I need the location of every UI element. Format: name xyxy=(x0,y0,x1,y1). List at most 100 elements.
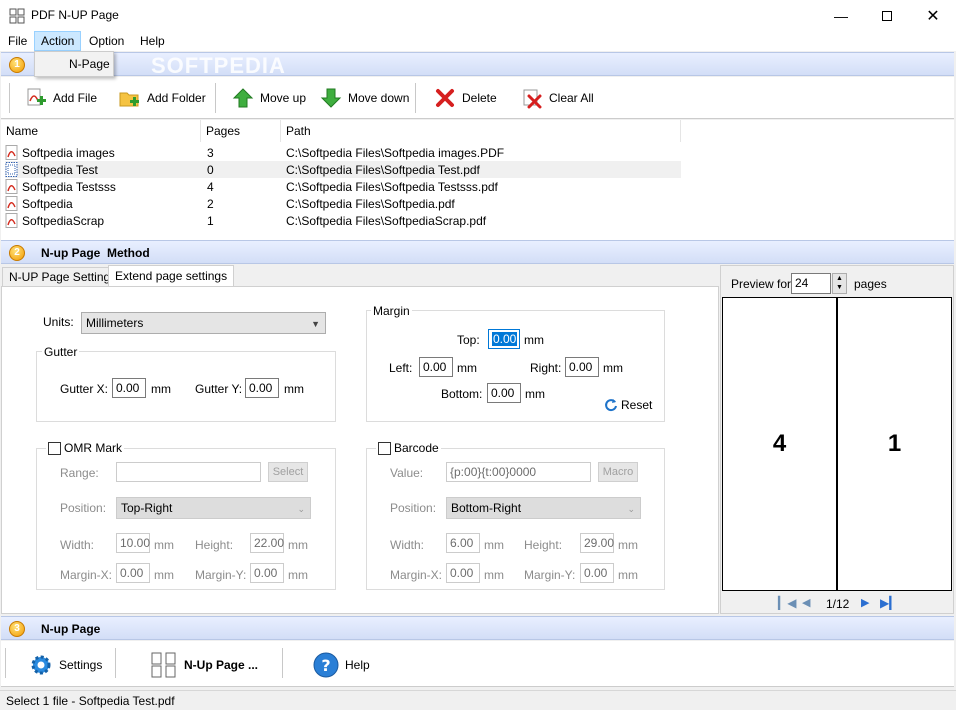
barcode-margin-y-label: Margin-Y: xyxy=(524,568,576,582)
menu-option[interactable]: Option xyxy=(83,31,130,51)
mm-label: mm xyxy=(151,382,171,396)
omr-margin-y-input[interactable]: 0.00 xyxy=(250,563,284,583)
preview-count-spinner[interactable]: ▲ ▼ xyxy=(832,273,847,294)
maximize-button[interactable] xyxy=(864,0,910,31)
chevron-down-icon: ⌄ xyxy=(627,504,635,514)
units-label: Units: xyxy=(43,315,74,329)
toolbar-separator xyxy=(5,648,6,678)
menu-item-n-page[interactable]: N-Page xyxy=(69,57,110,71)
delete-button[interactable]: Delete xyxy=(434,86,497,110)
settings-button[interactable]: Settings xyxy=(29,652,102,678)
barcode-position-select[interactable]: Bottom-Right ⌄ xyxy=(446,497,641,519)
barcode-margin-x-input[interactable]: 0.00 xyxy=(446,563,480,583)
preview-count-input[interactable]: 24 xyxy=(791,273,831,294)
last-page-icon[interactable]: ▶▎ xyxy=(880,596,898,610)
omr-select-button[interactable]: Select xyxy=(268,462,308,482)
toolbar-separator xyxy=(9,83,10,113)
toolbar-separator xyxy=(115,648,116,678)
move-up-button[interactable]: Move up xyxy=(232,86,306,110)
mm-label: mm xyxy=(154,568,174,582)
bottom-input[interactable]: 0.00 xyxy=(487,383,521,403)
table-row[interactable]: Softpedia Test 0 C:\Softpedia Files\Soft… xyxy=(5,161,681,178)
section-2-title: N-up Page Method xyxy=(41,246,150,260)
clear-all-icon xyxy=(523,89,542,109)
toolbar-separator xyxy=(215,83,216,113)
n-up-page-button[interactable]: N-Up Page ... xyxy=(150,652,258,678)
column-divider xyxy=(680,120,681,142)
reset-button[interactable]: Reset xyxy=(604,398,652,412)
section-3-badge: 3 xyxy=(9,621,25,637)
omr-position-label: Position: xyxy=(60,501,107,515)
section-2-header: 2 N-up Page Method xyxy=(1,240,954,264)
n-up-layout-icon xyxy=(151,652,176,678)
extend-settings-panel: Units: Millimeters ▼ Gutter Gutter X: 0.0… xyxy=(1,286,719,614)
table-row[interactable]: Softpedia images 3 C:\Softpedia Files\So… xyxy=(5,144,681,161)
mm-label: mm xyxy=(525,387,545,401)
margin-group-title: Margin xyxy=(371,304,412,318)
top-input[interactable]: 0.00 xyxy=(488,329,520,349)
clear-all-button[interactable]: Clear All xyxy=(521,86,594,110)
omr-margin-x-label: Margin-X: xyxy=(60,568,113,582)
left-input[interactable]: 0.00 xyxy=(419,357,453,377)
right-input[interactable]: 0.00 xyxy=(565,357,599,377)
toolbar-separator xyxy=(415,83,416,113)
barcode-margin-y-input[interactable]: 0.00 xyxy=(580,563,614,583)
barcode-toggle[interactable]: Barcode xyxy=(376,441,441,455)
tab-n-up-page-settings[interactable]: N-UP Page Settings xyxy=(2,267,124,287)
minimize-button[interactable]: — xyxy=(818,0,864,31)
right-label: Right: xyxy=(530,361,562,375)
top-label: Top: xyxy=(457,333,480,347)
section-3-title: N-up Page xyxy=(41,622,101,636)
gutter-y-input[interactable]: 0.00 xyxy=(245,378,279,398)
omr-position-select[interactable]: Top-Right ⌄ xyxy=(116,497,311,519)
pdf-file-icon xyxy=(5,196,18,211)
mm-label: mm xyxy=(457,361,477,375)
column-header-pages[interactable]: Pages xyxy=(206,124,240,138)
add-file-button[interactable]: Add File xyxy=(25,86,97,110)
add-folder-button[interactable]: Add Folder xyxy=(119,86,206,110)
close-button[interactable]: ✕ xyxy=(910,0,956,31)
barcode-macro-button[interactable]: Macro xyxy=(598,462,638,482)
move-down-button[interactable]: Move down xyxy=(320,86,409,110)
add-file-icon xyxy=(27,88,46,106)
omr-margin-x-input[interactable]: 0.00 xyxy=(116,563,150,583)
gutter-group-title: Gutter xyxy=(42,345,80,359)
units-select[interactable]: Millimeters ▼ xyxy=(81,312,326,334)
barcode-height-input[interactable]: 29.00 xyxy=(580,533,614,553)
barcode-checkbox[interactable] xyxy=(378,441,391,455)
barcode-width-input[interactable]: 6.00 xyxy=(446,533,480,553)
omr-mark-toggle[interactable]: OMR Mark xyxy=(46,441,124,455)
maximize-icon xyxy=(882,10,892,21)
omr-height-input[interactable]: 22.00 xyxy=(250,533,284,553)
toolbar-separator xyxy=(282,648,283,678)
broken-file-icon xyxy=(5,162,18,177)
help-icon: ? xyxy=(313,652,339,678)
prev-page-icon[interactable]: ◀ xyxy=(802,596,810,609)
menu-help[interactable]: Help xyxy=(134,31,171,51)
refresh-icon xyxy=(605,399,617,412)
first-page-icon[interactable]: ▎◀ xyxy=(778,596,796,610)
help-button[interactable]: ? Help xyxy=(313,652,370,678)
omr-range-label: Range: xyxy=(60,466,99,480)
menu-file[interactable]: File xyxy=(2,31,33,51)
next-page-icon[interactable]: ▶ xyxy=(861,596,869,609)
table-row[interactable]: Softpedia 2 C:\Softpedia Files\Softpedia… xyxy=(5,195,681,212)
column-header-path[interactable]: Path xyxy=(286,124,311,138)
gear-icon xyxy=(31,655,51,675)
gutter-x-input[interactable]: 0.00 xyxy=(112,378,146,398)
tab-extend-page-settings[interactable]: Extend page settings xyxy=(108,265,235,287)
table-row[interactable]: SoftpediaScrap 1 C:\Softpedia Files\Soft… xyxy=(5,212,681,229)
omr-mark-checkbox[interactable] xyxy=(48,441,61,455)
column-divider xyxy=(200,120,201,142)
section-1-badge: 1 xyxy=(9,57,25,73)
omr-margin-y-label: Margin-Y: xyxy=(195,568,247,582)
column-header-name[interactable]: Name xyxy=(6,124,38,138)
mm-label: mm xyxy=(618,538,638,552)
pdf-file-icon xyxy=(5,145,18,160)
omr-width-input[interactable]: 10.00 xyxy=(116,533,150,553)
omr-range-input[interactable] xyxy=(116,462,261,482)
table-row[interactable]: Softpedia Testsss 4 C:\Softpedia Files\S… xyxy=(5,178,681,195)
barcode-value-input[interactable]: {p:00}{t:00}0000 xyxy=(446,462,591,482)
menu-action[interactable]: Action xyxy=(34,31,82,51)
file-list[interactable]: Name Pages Path Softpedia images 3 C:\So… xyxy=(1,120,954,240)
